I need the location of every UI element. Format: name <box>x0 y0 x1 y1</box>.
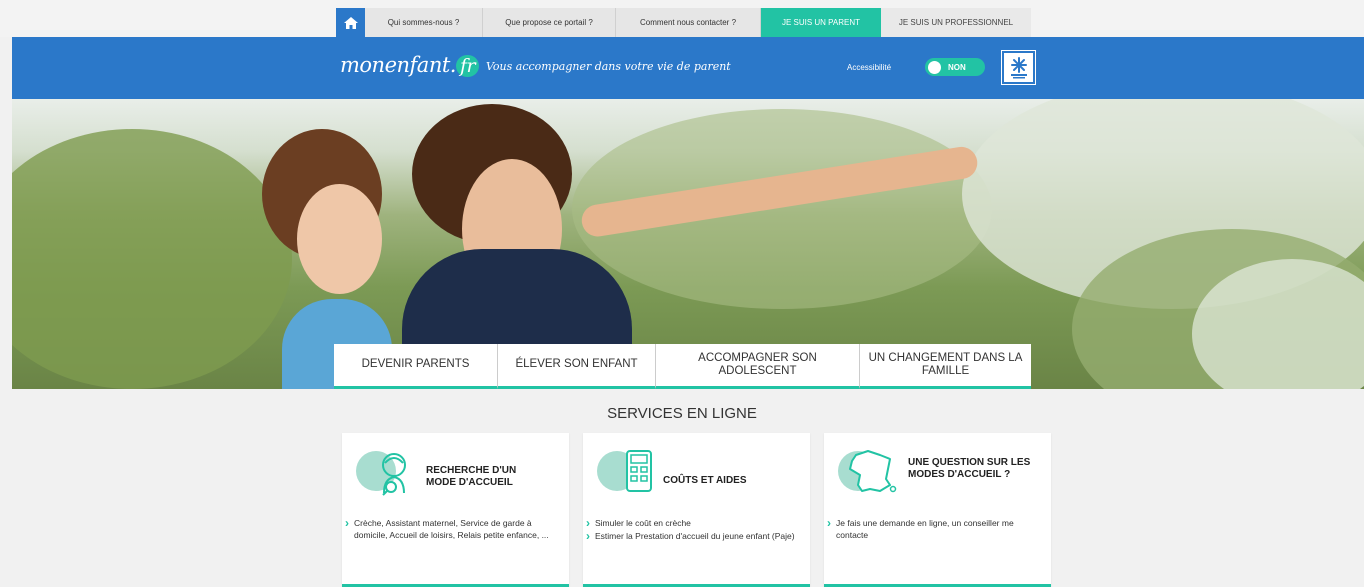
tagline: Vous accompagner dans votre vie de paren… <box>486 60 731 73</box>
logo-fr: fr <box>455 55 480 77</box>
hero-tab-devenir-parents[interactable]: DEVENIR PARENTS <box>334 344 498 389</box>
calculator-icon <box>597 450 652 492</box>
hero-tab-elever-enfant[interactable]: ÉLEVER SON ENFANT <box>498 344 656 389</box>
card-items: Simuler le coût en crèche Estimer la Pre… <box>585 515 800 546</box>
tab-professional[interactable]: JE SUIS UN PROFESSIONNEL <box>881 8 1031 37</box>
logo-main: monenfant. <box>340 53 456 77</box>
page: Qui sommes-nous ? Que propose ce portail… <box>0 0 1364 587</box>
service-card-mode-accueil[interactable]: RECHERCHE D'UN MODE D'ACCUEIL Crèche, As… <box>342 433 569 587</box>
hero-tab-adolescent[interactable]: ACCOMPAGNER SON ADOLESCENT <box>656 344 860 389</box>
home-icon <box>343 16 358 29</box>
service-card-couts-aides[interactable]: COÛTS ET AIDES Simuler le coût en crèche… <box>583 433 810 587</box>
services-title: SERVICES EN LIGNE <box>607 405 757 422</box>
accessibility-label: Accessibilité <box>847 63 892 72</box>
hero-image: DEVENIR PARENTS ÉLEVER SON ENFANT ACCOMP… <box>12 99 1364 389</box>
nav-link-portal[interactable]: Que propose ce portail ? <box>483 8 616 37</box>
nav-link-contact[interactable]: Comment nous contacter ? <box>616 8 761 37</box>
toggle-state: NON <box>948 62 966 72</box>
child-search-icon <box>356 451 406 496</box>
site-header: monenfant. fr Vous accompagner dans votre… <box>12 37 1364 99</box>
site-logo[interactable]: monenfant. fr <box>340 53 480 77</box>
caf-logo-icon <box>1005 54 1032 81</box>
card-items: Je fais une demande en ligne, un conseil… <box>826 515 1041 543</box>
card-title: UNE QUESTION SUR LES MODES D'ACCUEIL ? <box>908 457 1031 480</box>
child-face-left <box>297 184 382 294</box>
tab-parent[interactable]: JE SUIS UN PARENT <box>761 8 881 37</box>
card-item[interactable]: Estimer la Prestation d'accueil du jeune… <box>585 528 800 546</box>
top-bar: Qui sommes-nous ? Que propose ce portail… <box>0 0 1364 37</box>
card-title: RECHERCHE D'UN MODE D'ACCUEIL <box>426 465 517 488</box>
france-map-icon <box>838 450 897 493</box>
card-items: Crèche, Assistant maternel, Service de g… <box>344 515 559 543</box>
hero-tab-changement-famille[interactable]: UN CHANGEMENT DANS LA FAMILLE <box>860 344 1031 389</box>
service-card-question[interactable]: UNE QUESTION SUR LES MODES D'ACCUEIL ? J… <box>824 433 1051 587</box>
card-item[interactable]: Simuler le coût en crèche <box>585 515 800 533</box>
nav-link-about[interactable]: Qui sommes-nous ? <box>365 8 483 37</box>
home-button[interactable] <box>336 8 365 37</box>
card-item[interactable]: Je fais une demande en ligne, un conseil… <box>826 515 1041 542</box>
accessibility-toggle[interactable]: NON <box>925 58 985 76</box>
card-title: COÛTS ET AIDES <box>663 475 747 486</box>
toggle-knob <box>928 60 941 74</box>
caf-logo[interactable] <box>1001 50 1036 85</box>
card-item[interactable]: Crèche, Assistant maternel, Service de g… <box>344 515 559 542</box>
top-nav: Qui sommes-nous ? Que propose ce portail… <box>336 8 1031 37</box>
hero-nav: DEVENIR PARENTS ÉLEVER SON ENFANT ACCOMP… <box>334 344 1031 389</box>
